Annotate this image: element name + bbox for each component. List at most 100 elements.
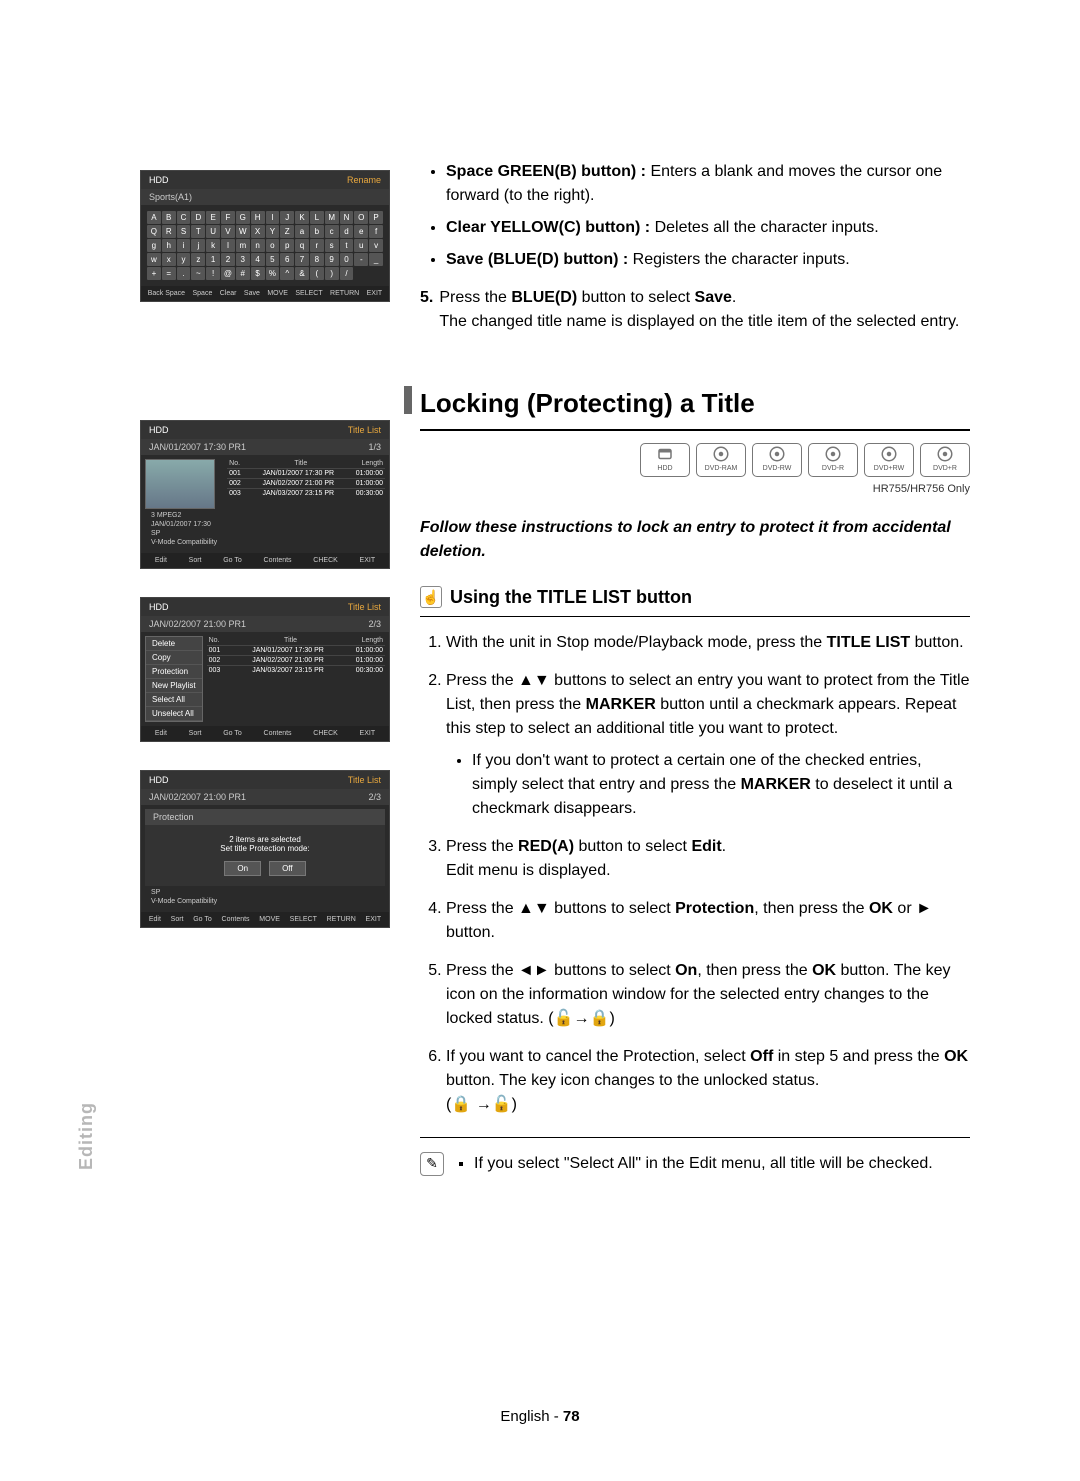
dlg-line2: Set title Protection mode: [155, 844, 375, 853]
rows-2: No.TitleLength001JAN/01/2007 17:30 PR01:… [227, 459, 385, 549]
sub-label: JAN/02/2007 21:00 PR1 [149, 792, 246, 802]
side-label: Editing [76, 1102, 97, 1170]
bullet-item: Clear YELLOW(C) button) : Deletes all th… [446, 216, 970, 240]
t: The changed title name is displayed on t… [439, 310, 959, 334]
t: Off [750, 1048, 773, 1065]
hdd-label: HDD [149, 425, 169, 435]
disc-icon: DVD-R [808, 443, 858, 477]
page-footer: English - 78 [0, 1408, 1080, 1425]
count: 2/3 [368, 619, 381, 629]
bullet-item: Space GREEN(B) button) : Enters a blank … [446, 160, 970, 208]
t: Press the ▲▼ buttons to select [446, 900, 675, 917]
step-num: 5. [420, 286, 433, 334]
ui-footer: Back SpaceSpaceClearSaveMOVESELECTRETURN… [141, 286, 389, 301]
t: Edit [691, 838, 721, 855]
t: button to select [574, 838, 691, 855]
count: 2/3 [368, 792, 381, 802]
dlg-title: Protection [153, 812, 194, 822]
dlg-line1: 2 items are selected [155, 835, 375, 844]
bullet-text: Registers the character inputs. [628, 251, 849, 268]
t: , then press the [754, 900, 869, 917]
t: BLUE(D) [511, 289, 577, 306]
thumbnail [145, 459, 215, 509]
t: If you want to cancel the Protection, se… [446, 1048, 750, 1065]
t: . [722, 838, 726, 855]
ui-protection: HDDTitle List JAN/02/2007 21:00 PR12/3 P… [140, 770, 390, 928]
sub-bullet: If you don't want to protect a certain o… [472, 749, 970, 821]
rows-3: No.TitleLength001JAN/01/2007 17:30 PR01:… [207, 636, 385, 722]
ui-mockups: HDDRename Sports(A1) ABCDEFGHIJKLMNOPQRS… [140, 170, 390, 956]
info-block: 3 MPEG2JAN/01/2007 17:30SPV-Mode Compati… [145, 509, 223, 549]
t: MARKER [741, 776, 811, 793]
t: OK [812, 962, 836, 979]
subsection-header: ☝ Using the TITLE LIST button [420, 582, 970, 617]
t: in step 5 and press the [773, 1048, 944, 1065]
disc-icon: HDD [640, 443, 690, 477]
t: button. [910, 634, 963, 651]
ui-titlelist-2: HDD Title List JAN/02/2007 21:00 PR1 2/3 D… [140, 597, 390, 742]
bullet-item: Save (BLUE(D) button) : Registers the ch… [446, 248, 970, 272]
t: TITLE LIST [827, 634, 911, 651]
disc-icon: DVD-RW [752, 443, 802, 477]
step-item: Press the ▲▼ buttons to select Protectio… [446, 897, 970, 945]
instruction: Follow these instructions to lock an ent… [420, 516, 970, 564]
hand-icon: ☝ [420, 586, 442, 608]
content-column: Space GREEN(B) button) : Enters a blank … [420, 160, 970, 1198]
subsection-title: Using the TITLE LIST button [450, 584, 692, 611]
info-block-4: SPV-Mode Compatibility [145, 886, 385, 908]
disc-icon: DVD-RAM [696, 443, 746, 477]
note-icon: ✎ [420, 1152, 444, 1176]
note-block: ✎ If you select "Select All" in the Edit… [420, 1137, 970, 1198]
section-title: Locking (Protecting) a Title [420, 384, 970, 431]
bullet-label: Save (BLUE(D) button) : [446, 251, 628, 268]
bullet-label: Space GREEN(B) button) : [446, 163, 646, 180]
input-text: Sports(A1) [149, 192, 192, 202]
t: Press the ◄► buttons to select [446, 962, 675, 979]
footer-lang: English [500, 1408, 549, 1425]
steps-list: With the unit in Stop mode/Playback mode… [420, 631, 970, 1117]
model-note: HR755/HR756 Only [420, 481, 970, 498]
protection-dialog: 2 items are selected Set title Protectio… [145, 825, 385, 886]
top-bullet-list: Space GREEN(B) button) : Enters a blank … [420, 160, 970, 272]
onscreen-keyboard: ABCDEFGHIJKLMNOPQRSTUVWXYZabcdefghijklmn… [141, 205, 389, 286]
t: Protection [675, 900, 754, 917]
t: On [675, 962, 697, 979]
ui-titlelist-1: HDDTitle List JAN/01/2007 17:30 PR11/3 3… [140, 420, 390, 569]
on-button[interactable]: On [224, 861, 261, 876]
step-item: Press the RED(A) button to select Edit. E… [446, 835, 970, 883]
title-label: Title List [348, 602, 381, 612]
ui-footer-3: EditSortGo ToContentsCHECKEXIT [141, 726, 389, 741]
t: OK [869, 900, 893, 917]
t: , then press the [697, 962, 812, 979]
t: . [732, 289, 736, 306]
t: (🔒 →🔓) [446, 1096, 517, 1113]
t: RED(A) [518, 838, 574, 855]
t: Edit menu is displayed. [446, 862, 611, 879]
bullet-label: Clear YELLOW(C) button) : [446, 219, 650, 236]
t: MARKER [586, 696, 656, 713]
t: button to select [577, 289, 694, 306]
off-button[interactable]: Off [269, 861, 306, 876]
step-item: Press the ◄► buttons to select On, then … [446, 959, 970, 1031]
edit-menu: DeleteCopyProtectionNew PlaylistSelect A… [145, 636, 203, 722]
step-5: 5. Press the BLUE(D) button to select Sa… [420, 286, 970, 334]
hdd-label: HDD [149, 775, 169, 785]
note-text: If you select "Select All" in the Edit m… [474, 1152, 933, 1176]
t: Press the [439, 289, 511, 306]
sub-label: JAN/02/2007 21:00 PR1 [149, 619, 246, 629]
footer-sep: - [550, 1408, 563, 1425]
step-item: If you want to cancel the Protection, se… [446, 1045, 970, 1117]
sub-label: JAN/01/2007 17:30 PR1 [149, 442, 246, 452]
title-label: Title List [348, 425, 381, 435]
ui-footer-4: EditSortGo ToContentsMOVESELECTRETURNEXI… [141, 912, 389, 927]
t: button. The key icon changes to the unlo… [446, 1072, 819, 1089]
t: Press the [446, 838, 518, 855]
step-item: Press the ▲▼ buttons to select an entry … [446, 669, 970, 821]
footer-num: 78 [563, 1408, 580, 1425]
bullet-text: Deletes all the character inputs. [650, 219, 879, 236]
t: Save [695, 289, 732, 306]
disc-icon: DVD+R [920, 443, 970, 477]
hdd-label: HDD [149, 602, 169, 612]
t: OK [944, 1048, 968, 1065]
t: With the unit in Stop mode/Playback mode… [446, 634, 827, 651]
